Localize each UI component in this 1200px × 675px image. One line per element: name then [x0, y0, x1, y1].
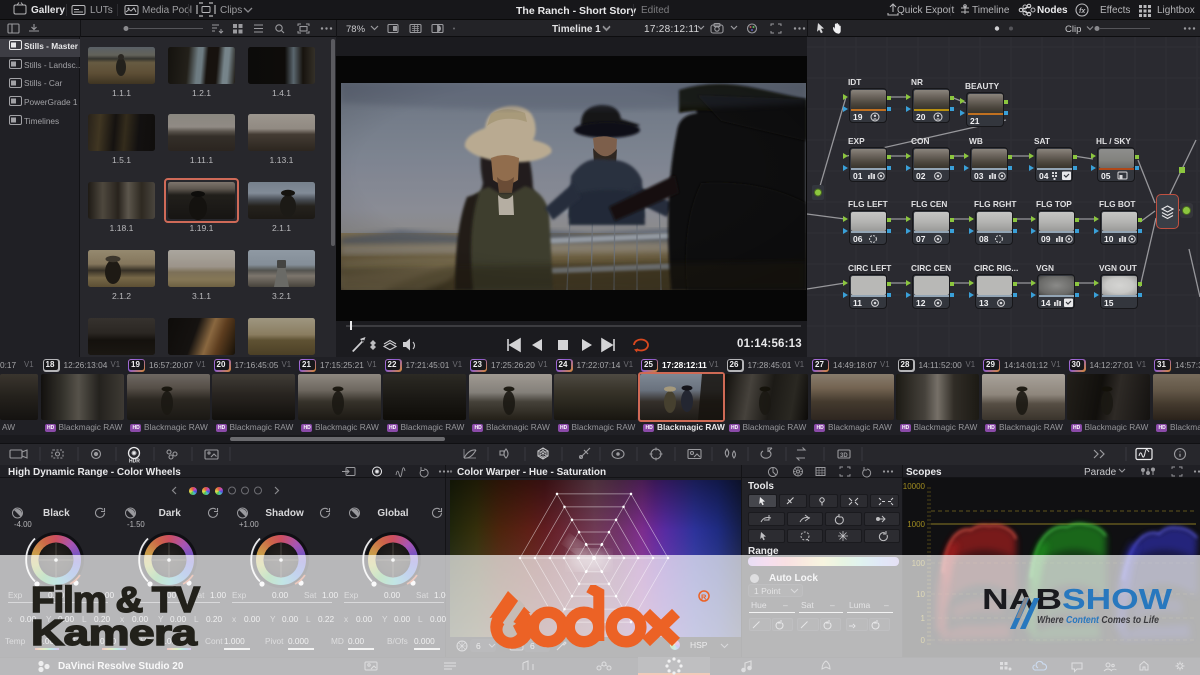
svg-text:10000: 10000: [903, 482, 926, 491]
svg-text:HDR: HDR: [129, 459, 140, 465]
svg-text:3D: 3D: [840, 453, 848, 459]
svg-text:1000: 1000: [907, 520, 925, 529]
svg-text:fx: fx: [1079, 8, 1086, 15]
svg-text:SHOW: SHOW: [1062, 584, 1172, 616]
svg-text:Where Content Comes to Life: Where Content Comes to Life: [1037, 615, 1159, 626]
svg-text:R: R: [701, 592, 707, 601]
